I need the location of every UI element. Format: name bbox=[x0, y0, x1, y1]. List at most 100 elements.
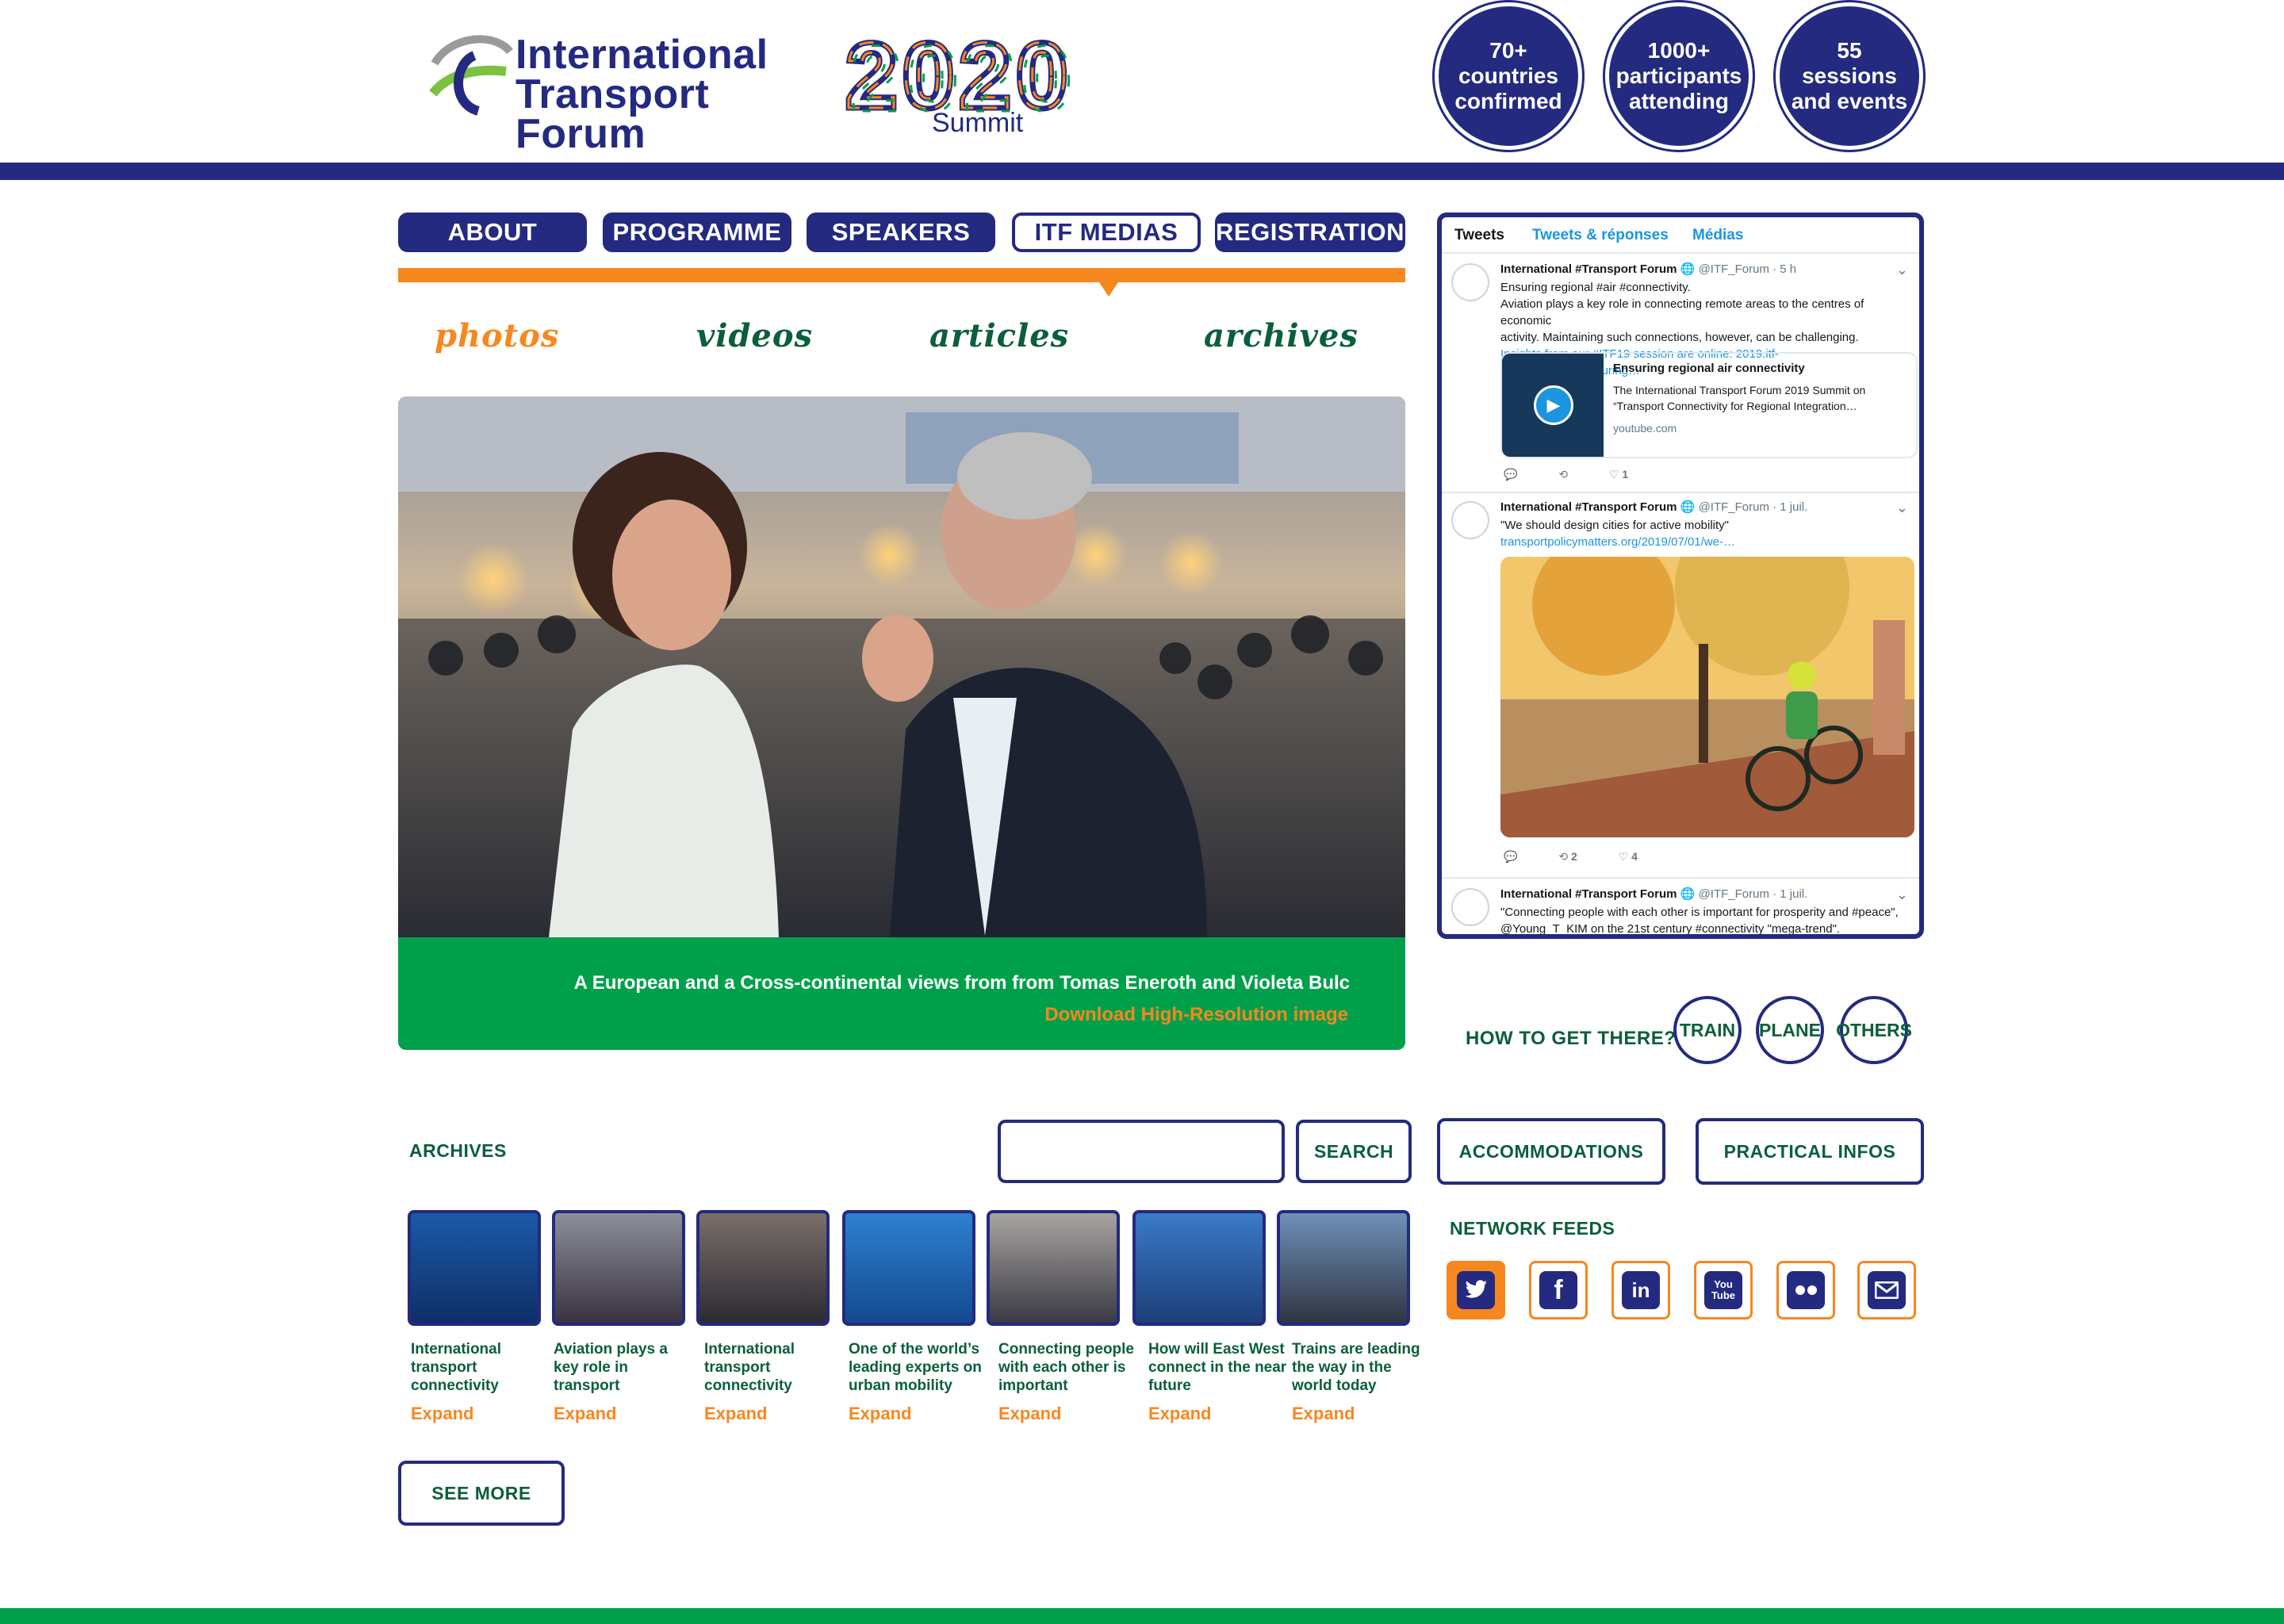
tweet[interactable]: International #Transport Forum 🌐 @ITF_Fo… bbox=[1442, 254, 1919, 493]
facebook-icon[interactable]: f bbox=[1529, 1261, 1588, 1320]
archive-thumbnail[interactable] bbox=[842, 1210, 975, 1326]
archive-thumbnail[interactable] bbox=[408, 1210, 541, 1326]
nav-about[interactable]: ABOUT bbox=[398, 213, 587, 252]
logo-line-1: International bbox=[515, 32, 768, 78]
flickr-icon[interactable] bbox=[1776, 1261, 1835, 1320]
twitter-tabs: Tweets Tweets & réponses Médias bbox=[1442, 217, 1919, 254]
expand-link[interactable]: Expand bbox=[998, 1404, 1061, 1424]
others-button[interactable]: OTHERS bbox=[1836, 996, 1912, 1064]
search-button[interactable]: SEARCH bbox=[1296, 1120, 1412, 1183]
tab-archives[interactable]: archives bbox=[1204, 317, 1359, 354]
train-button[interactable]: TRAIN bbox=[1673, 996, 1742, 1064]
stat-value: 55 bbox=[1837, 38, 1862, 63]
avatar[interactable] bbox=[1451, 501, 1489, 539]
reply-icon[interactable]: 💬 bbox=[1504, 468, 1517, 481]
tweet-author[interactable]: International #Transport Forum bbox=[1500, 262, 1677, 276]
like-icon[interactable]: ♡ 4 bbox=[1619, 850, 1638, 864]
tab-videos[interactable]: videos bbox=[696, 317, 813, 354]
like-icon[interactable]: ♡ 1 bbox=[1609, 468, 1628, 481]
tweet-text: "We should design cities for active mobi… bbox=[1500, 517, 1905, 550]
nav-registration[interactable]: REGISTRATION bbox=[1215, 213, 1405, 252]
tweet-header: International #Transport Forum 🌐 @ITF_Fo… bbox=[1500, 262, 1796, 276]
summit-label: Summit bbox=[932, 108, 1024, 138]
tweet-line: "Connecting people with each other is im… bbox=[1500, 906, 1899, 919]
archive-item-title: International transport connectivity bbox=[411, 1341, 502, 1394]
tweet-link[interactable]: transportpolicymatters.org/2019/07/01/we… bbox=[1500, 534, 1905, 550]
expand-link[interactable]: Expand bbox=[704, 1404, 767, 1424]
nav-programme[interactable]: PROGRAMME bbox=[603, 213, 791, 252]
envelope-icon bbox=[1875, 1281, 1899, 1299]
tweet-author[interactable]: International #Transport Forum bbox=[1500, 887, 1677, 901]
logo-text: International Transport Forum bbox=[515, 32, 768, 157]
retweet-icon[interactable]: ⟲ 2 bbox=[1558, 850, 1577, 864]
expand-link[interactable]: Expand bbox=[411, 1404, 473, 1424]
tweet-author[interactable]: International #Transport Forum bbox=[1500, 500, 1677, 514]
retweet-icon[interactable]: ⟲ bbox=[1558, 468, 1568, 481]
reply-icon[interactable]: 💬 bbox=[1504, 850, 1517, 864]
tab-photos[interactable]: photos bbox=[435, 317, 559, 354]
card-domain: youtube.com bbox=[1613, 422, 1677, 435]
twitter-tab-tweets[interactable]: Tweets bbox=[1454, 227, 1504, 244]
cyclist-photo-illustration bbox=[1500, 557, 1914, 837]
chevron-down-icon[interactable]: ⌄ bbox=[1896, 262, 1908, 278]
tweet[interactable]: International #Transport Forum 🌐 @ITF_Fo… bbox=[1442, 493, 1919, 879]
twitter-icon[interactable] bbox=[1447, 1261, 1505, 1320]
expand-link[interactable]: Expand bbox=[554, 1404, 616, 1424]
network-feeds-title: NETWORK FEEDS bbox=[1450, 1218, 1615, 1239]
archive-thumbnail[interactable] bbox=[1277, 1210, 1410, 1326]
itf-logo-icon[interactable] bbox=[427, 32, 514, 119]
stat-line: countries bbox=[1458, 63, 1559, 88]
chevron-down-icon[interactable]: ⌄ bbox=[1896, 887, 1908, 903]
hero-photo bbox=[398, 396, 1405, 937]
how-to-get-there-label: HOW TO GET THERE? bbox=[1466, 1028, 1677, 1049]
footer-bar bbox=[0, 1608, 2284, 1624]
youtube-icon[interactable]: You Tube bbox=[1694, 1261, 1753, 1320]
nav-speakers[interactable]: SPEAKERS bbox=[807, 213, 995, 252]
practical-infos-button[interactable]: PRACTICAL INFOS bbox=[1696, 1118, 1924, 1185]
card-desc-line: The International Transport Forum 2019 S… bbox=[1613, 384, 1866, 396]
archive-thumbnail[interactable] bbox=[552, 1210, 685, 1326]
twitter-timeline[interactable]: Tweets Tweets & réponses Médias Internat… bbox=[1437, 213, 1924, 939]
archive-thumbnail[interactable] bbox=[987, 1210, 1120, 1326]
stat-line: confirmed bbox=[1454, 89, 1562, 113]
archive-item-title: Connecting people with each other is imp… bbox=[998, 1341, 1134, 1394]
stat-line: participants bbox=[1615, 63, 1742, 88]
archive-item-title: Aviation plays a key role in transport bbox=[554, 1341, 668, 1394]
archives-title: ARCHIVES bbox=[409, 1140, 507, 1161]
email-glyph bbox=[1868, 1271, 1906, 1309]
logo-line-2: Transport Forum bbox=[515, 71, 710, 157]
retweet-count: 2 bbox=[1570, 850, 1577, 863]
accommodations-button[interactable]: ACCOMMODATIONS bbox=[1437, 1118, 1665, 1185]
youtube-glyph: You Tube bbox=[1704, 1271, 1742, 1309]
link-card[interactable]: ▶ Ensuring regional air connectivity The… bbox=[1500, 352, 1918, 458]
email-icon[interactable] bbox=[1857, 1261, 1916, 1320]
tweet-line: @Young_T_KIM on the 21st century #connec… bbox=[1500, 922, 1841, 936]
tweet-header: International #Transport Forum 🌐 @ITF_Fo… bbox=[1500, 500, 1807, 514]
twitter-bird-icon bbox=[1465, 1280, 1487, 1298]
twitter-tab-replies[interactable]: Tweets & réponses bbox=[1532, 227, 1669, 244]
tweet-image[interactable] bbox=[1500, 557, 1914, 837]
globe-icon: 🌐 bbox=[1680, 262, 1696, 276]
flickr-glyph bbox=[1787, 1271, 1825, 1309]
nav-itf-medias[interactable]: ITF MEDIAS bbox=[1012, 213, 1201, 252]
avatar[interactable] bbox=[1451, 888, 1489, 926]
expand-link[interactable]: Expand bbox=[1292, 1404, 1355, 1424]
archives-search-input[interactable] bbox=[998, 1120, 1285, 1183]
chevron-down-icon[interactable]: ⌄ bbox=[1896, 500, 1908, 516]
play-icon[interactable]: ▶ bbox=[1534, 385, 1573, 425]
avatar[interactable] bbox=[1451, 263, 1489, 301]
see-more-button[interactable]: SEE MORE bbox=[398, 1461, 565, 1526]
twitter-tab-media[interactable]: Médias bbox=[1692, 227, 1743, 244]
tweet[interactable]: International #Transport Forum 🌐 @ITF_Fo… bbox=[1442, 879, 1919, 936]
plane-button[interactable]: PLANE bbox=[1756, 996, 1824, 1064]
archive-thumbnail[interactable] bbox=[1132, 1210, 1266, 1326]
tweet-actions: 💬 ⟲ ♡ 1 bbox=[1504, 468, 1666, 481]
download-hires-link[interactable]: Download High-Resolution image bbox=[1044, 1004, 1348, 1026]
expand-link[interactable]: Expand bbox=[1148, 1404, 1211, 1424]
stat-line: sessions bbox=[1802, 63, 1897, 88]
tab-articles[interactable]: articles bbox=[929, 317, 1069, 354]
linkedin-icon[interactable]: in bbox=[1611, 1261, 1670, 1320]
expand-link[interactable]: Expand bbox=[849, 1404, 911, 1424]
archive-thumbnail[interactable] bbox=[696, 1210, 830, 1326]
archive-item-title: International transport connectivity bbox=[704, 1341, 795, 1394]
